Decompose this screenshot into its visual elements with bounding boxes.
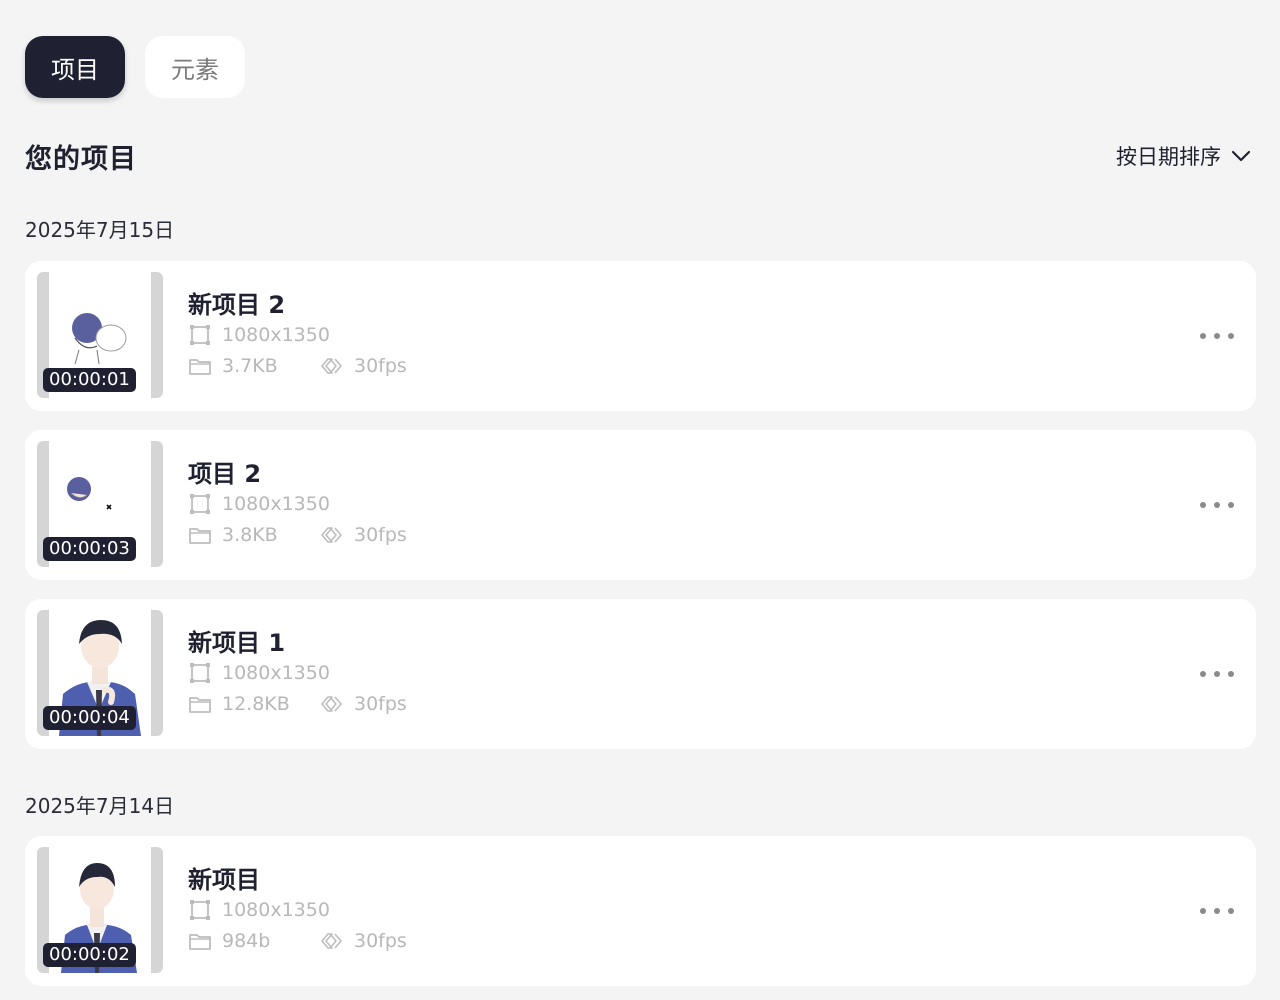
date-group-label: 2025年7月14日 (25, 794, 175, 818)
more-options-button[interactable] (1200, 493, 1234, 517)
project-card[interactable]: 00:00:02 新项目 1080x1350 984b 30fps (25, 836, 1256, 986)
size-fps-row: 984b 30fps (188, 925, 407, 956)
folder-icon (189, 358, 211, 375)
tab-bar: 项目 元素 (25, 36, 245, 98)
project-title: 新项目 1 (188, 629, 286, 657)
fast-forward-icon (321, 357, 342, 374)
resolution-row: 1080x1350 (188, 894, 407, 925)
fps-value: 30fps (354, 354, 407, 377)
project-info: 新项目 1080x1350 984b 30fps (188, 860, 407, 956)
date-group-label: 2025年7月15日 (25, 218, 175, 242)
project-thumbnail[interactable]: 00:00:03 (37, 441, 163, 567)
more-horizontal-icon (1200, 502, 1206, 508)
more-horizontal-icon (1200, 908, 1206, 914)
tab-projects[interactable]: 项目 (25, 36, 125, 98)
size-fps-row: 12.8KB 30fps (188, 688, 407, 719)
project-card[interactable]: 00:00:01 新项目 2 1080x1350 3.7KB 30fps (25, 261, 1256, 411)
resolution-row: 1080x1350 (188, 657, 407, 688)
project-thumbnail[interactable]: 00:00:02 (37, 847, 163, 973)
duration-badge: 00:00:03 (43, 537, 136, 561)
chevron-down-icon (1231, 150, 1251, 162)
resolution-row: 1080x1350 (188, 319, 407, 350)
fps-value: 30fps (354, 692, 407, 715)
project-info: 新项目 2 1080x1350 3.7KB 30fps (188, 285, 407, 381)
projects-header: 您的项目 按日期排序 (25, 138, 1255, 175)
projects-page: 项目 元素 您的项目 按日期排序 2025年7月15日 00:00:01 新项目… (0, 0, 1280, 1000)
fast-forward-icon (321, 695, 342, 712)
project-card[interactable]: 00:00:04 新项目 1 1080x1350 12.8KB 30fps (25, 599, 1256, 749)
project-thumbnail[interactable]: 00:00:04 (37, 610, 163, 736)
crop-frame-icon (190, 324, 210, 345)
resolution-row: 1080x1350 (188, 488, 407, 519)
project-thumbnail[interactable]: 00:00:01 (37, 272, 163, 398)
project-title: 新项目 (188, 866, 260, 894)
crop-frame-icon (190, 493, 210, 514)
resolution-value: 1080x1350 (222, 492, 330, 515)
fps-value: 30fps (354, 929, 407, 952)
file-size-value: 12.8KB (222, 692, 290, 715)
resolution-value: 1080x1350 (222, 898, 330, 921)
duration-badge: 00:00:04 (43, 706, 136, 730)
size-fps-row: 3.8KB 30fps (188, 519, 407, 550)
folder-icon (189, 696, 211, 713)
crop-frame-icon (190, 662, 210, 683)
more-options-button[interactable] (1200, 324, 1234, 348)
project-title: 新项目 2 (188, 291, 286, 319)
project-card[interactable]: 00:00:03 项目 2 1080x1350 3.8KB 30fps (25, 430, 1256, 580)
resolution-value: 1080x1350 (222, 661, 330, 684)
project-title: 项目 2 (188, 460, 262, 488)
fps-value: 30fps (354, 523, 407, 546)
tab-elements[interactable]: 元素 (145, 36, 245, 98)
folder-icon (189, 933, 211, 950)
file-size-value: 3.8KB (222, 523, 278, 546)
fast-forward-icon (321, 526, 342, 543)
sort-label: 按日期排序 (1116, 145, 1221, 169)
size-fps-row: 3.7KB 30fps (188, 350, 407, 381)
more-horizontal-icon (1200, 333, 1206, 339)
duration-badge: 00:00:01 (43, 368, 136, 392)
project-info: 项目 2 1080x1350 3.8KB 30fps (188, 454, 407, 550)
duration-badge: 00:00:02 (43, 943, 136, 967)
resolution-value: 1080x1350 (222, 323, 330, 346)
fast-forward-icon (321, 932, 342, 949)
more-options-button[interactable] (1200, 662, 1234, 686)
file-size-value: 3.7KB (222, 354, 278, 377)
file-size-value: 984b (222, 929, 271, 952)
more-horizontal-icon (1200, 671, 1206, 677)
folder-icon (189, 527, 211, 544)
page-title: 您的项目 (25, 143, 137, 175)
sort-by-date-button[interactable]: 按日期排序 (1116, 141, 1255, 171)
project-info: 新项目 1 1080x1350 12.8KB 30fps (188, 623, 407, 719)
more-options-button[interactable] (1200, 899, 1234, 923)
crop-frame-icon (190, 899, 210, 920)
